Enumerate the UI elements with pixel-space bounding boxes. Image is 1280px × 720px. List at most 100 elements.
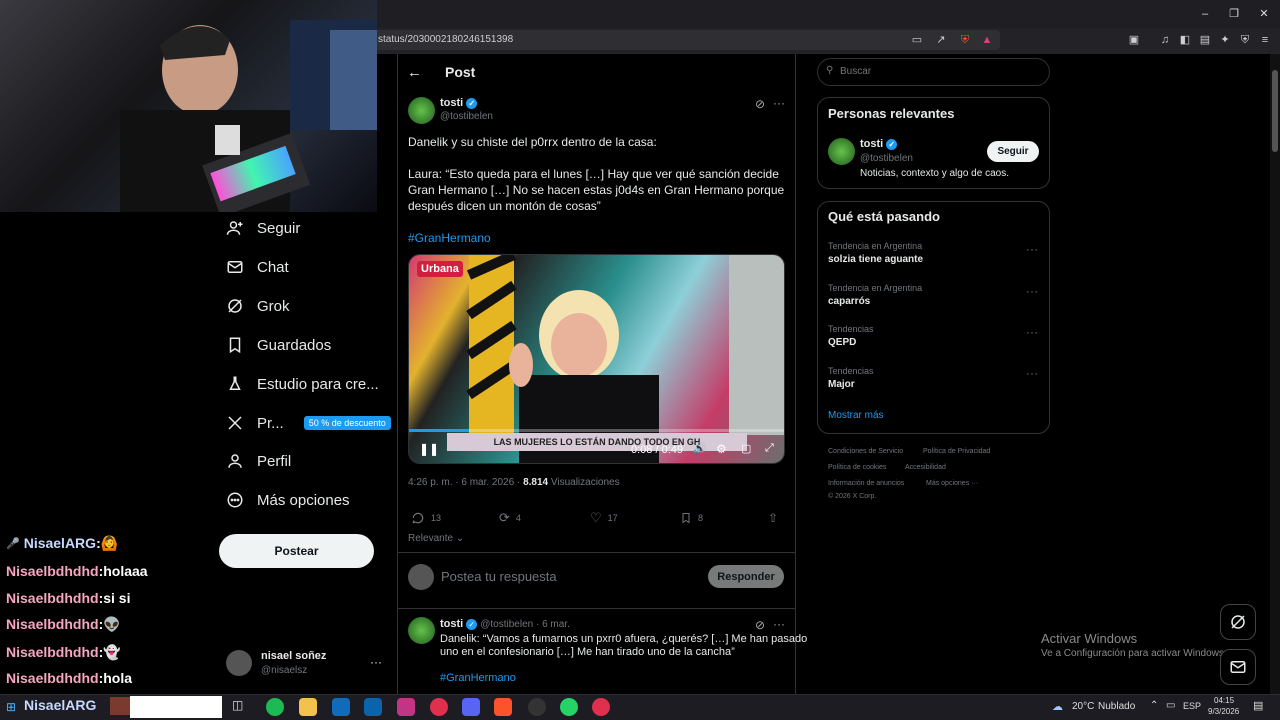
webcam-overlay — [0, 0, 377, 212]
outlook-icon[interactable] — [364, 698, 382, 716]
menu-icon[interactable]: ≡ — [1258, 33, 1272, 47]
volume-icon[interactable]: 🔊 — [693, 442, 707, 455]
scrollbar-thumb[interactable] — [1272, 70, 1278, 152]
settings-icon[interactable]: ⚙ — [716, 442, 727, 456]
reply-author-row[interactable]: tosti ✓ @tostibelen · 6 mar. — [440, 618, 570, 630]
whatsapp-icon[interactable] — [560, 698, 578, 716]
reply-action[interactable]: 13 — [411, 511, 441, 525]
sidebar-item-chat[interactable]: Chat — [225, 252, 289, 282]
sidebar-item-estudio[interactable]: Estudio para cre... — [225, 369, 379, 399]
sidebar-item-perfil[interactable]: Perfil — [225, 446, 291, 476]
pause-icon[interactable]: ❚❚ — [419, 442, 439, 456]
address-bar[interactable]: status/2030002180246151398 — [370, 30, 1000, 50]
footer-link-privacy[interactable]: Política de Privacidad — [923, 448, 990, 455]
clock-time[interactable]: 04:15 — [1214, 696, 1234, 705]
mail-icon — [225, 257, 245, 277]
sidebar-item-seguir[interactable]: Seguir — [225, 213, 300, 243]
footer-link-ads[interactable]: Información de anuncios — [828, 480, 904, 487]
trend-more-icon[interactable]: ··· — [1026, 325, 1038, 339]
chat-message: Nisaelbdhdhd : holaaa — [6, 563, 148, 579]
task-view-icon[interactable]: ◫ — [232, 698, 250, 716]
trend-item[interactable]: Tendencia en Argentina solzia tiene agua… — [828, 241, 923, 265]
app-icon[interactable] — [528, 698, 546, 716]
relevant-avatar[interactable] — [828, 138, 855, 165]
opera-icon[interactable] — [430, 698, 448, 716]
instagram-icon[interactable] — [397, 698, 415, 716]
hashtag-link[interactable]: #GranHermano — [440, 672, 516, 684]
sidebar-icon[interactable]: ◧ — [1178, 33, 1192, 47]
chat-message: Nisaelbdhdhd : 👻 — [6, 643, 121, 661]
grok-icon[interactable]: ⊘ — [755, 618, 765, 632]
store-icon[interactable] — [332, 698, 350, 716]
taskbar-search-box[interactable] — [130, 696, 222, 718]
trend-item[interactable]: Tendencias QEPD — [828, 324, 874, 348]
more-icon[interactable]: ··· — [773, 617, 785, 631]
search-input[interactable]: Buscar — [817, 58, 1050, 86]
brave-rewards-icon[interactable]: ▲ — [980, 33, 994, 47]
close-button[interactable]: ✕ — [1256, 6, 1272, 22]
show-more-link[interactable]: Mostrar más — [828, 410, 884, 421]
fullscreen-icon[interactable]: ⤢ — [765, 442, 774, 455]
pip-icon[interactable]: ▢ — [741, 442, 751, 455]
trend-more-icon[interactable]: ··· — [1026, 366, 1038, 380]
leo-ai-icon[interactable]: ✦ — [1218, 33, 1232, 47]
video-progress-track[interactable] — [409, 429, 784, 432]
maximize-button[interactable]: ❐ — [1226, 6, 1242, 22]
author-avatar[interactable] — [408, 97, 435, 124]
sidebar-item-guardados[interactable]: Guardados — [225, 330, 331, 360]
grok-icon[interactable]: ⊘ — [755, 97, 765, 111]
bookmark-action[interactable]: 8 — [680, 511, 703, 525]
minimize-button[interactable]: – — [1197, 6, 1213, 22]
grok-icon — [225, 296, 245, 316]
brave-icon[interactable] — [494, 698, 512, 716]
sidebar-item-mas-opciones[interactable]: Más opciones — [225, 485, 350, 515]
post-button[interactable]: Postear — [219, 534, 374, 568]
vpn-icon[interactable]: ⛨ — [1238, 33, 1252, 47]
wallet-icon[interactable]: ▤ — [1198, 33, 1212, 47]
author-name-row[interactable]: tosti ✓ — [440, 97, 478, 109]
discord-icon[interactable] — [462, 698, 480, 716]
opera-gx-icon[interactable] — [592, 698, 610, 716]
follow-button[interactable]: Seguir — [987, 141, 1039, 162]
notifications-icon[interactable]: ▤ — [1253, 699, 1263, 712]
language-indicator[interactable]: ESP — [1183, 701, 1201, 711]
sort-dropdown[interactable]: Relevante ⌄ — [408, 533, 464, 544]
music-icon[interactable]: ♫ — [1158, 33, 1172, 47]
reply-button[interactable]: Responder — [708, 565, 784, 588]
share-icon[interactable]: ↗ — [934, 33, 948, 47]
footer-link-cookies[interactable]: Política de cookies — [828, 464, 886, 471]
grok-float-button[interactable] — [1220, 604, 1256, 640]
hashtag-link[interactable]: #GranHermano — [408, 231, 491, 245]
share-action[interactable]: ⇧ — [768, 511, 778, 525]
windows-start-icon[interactable]: ⊞ — [6, 700, 16, 714]
reply-author-avatar[interactable] — [408, 617, 435, 644]
relevant-name-row[interactable]: tosti ✓ — [860, 138, 898, 150]
repost-action[interactable]: ⟳ 4 — [499, 510, 521, 525]
like-action[interactable]: ♡ 17 — [590, 510, 618, 525]
reply-input[interactable]: Postea tu respuesta — [441, 569, 557, 584]
messages-float-button[interactable] — [1220, 649, 1256, 685]
footer-link-more[interactable]: Más opciones ··· — [926, 480, 978, 487]
tray-chevron-icon[interactable]: ⌃ — [1150, 700, 1158, 711]
footer-link-terms[interactable]: Condiciones de Servicio — [828, 448, 903, 455]
trend-item[interactable]: Tendencia en Argentina caparrós — [828, 283, 922, 307]
clock-date[interactable]: 9/3/2026 — [1208, 707, 1239, 716]
trend-more-icon[interactable]: ··· — [1026, 284, 1038, 298]
brave-shield-icon[interactable]: ⛨ — [958, 33, 972, 47]
sidebar-item-grok[interactable]: Grok — [225, 291, 290, 321]
screenshot-icon[interactable]: ▣ — [1127, 33, 1141, 47]
trend-item[interactable]: Tendencias Major — [828, 366, 874, 390]
sidebar-item-premium[interactable]: Pr... 50 % de descuento — [225, 408, 391, 438]
spotify-icon[interactable] — [266, 698, 284, 716]
sidebar-item-label: Estudio para cre... — [257, 375, 379, 393]
trend-more-icon[interactable]: ··· — [1026, 242, 1038, 256]
footer-link-accessibility[interactable]: Accesibilidad — [905, 464, 946, 471]
video-player[interactable]: Urbana LAS MUJERES LO ESTÁN DANDO TODO E… — [408, 254, 785, 464]
more-icon[interactable]: ··· — [773, 96, 785, 110]
account-more-icon[interactable]: ··· — [370, 655, 382, 669]
file-explorer-icon[interactable] — [299, 698, 317, 716]
network-icon[interactable]: ▭ — [1166, 700, 1175, 711]
cast-icon[interactable]: ▭ — [910, 33, 924, 47]
avatar[interactable] — [226, 650, 252, 676]
back-arrow-icon[interactable]: ← — [407, 64, 422, 81]
